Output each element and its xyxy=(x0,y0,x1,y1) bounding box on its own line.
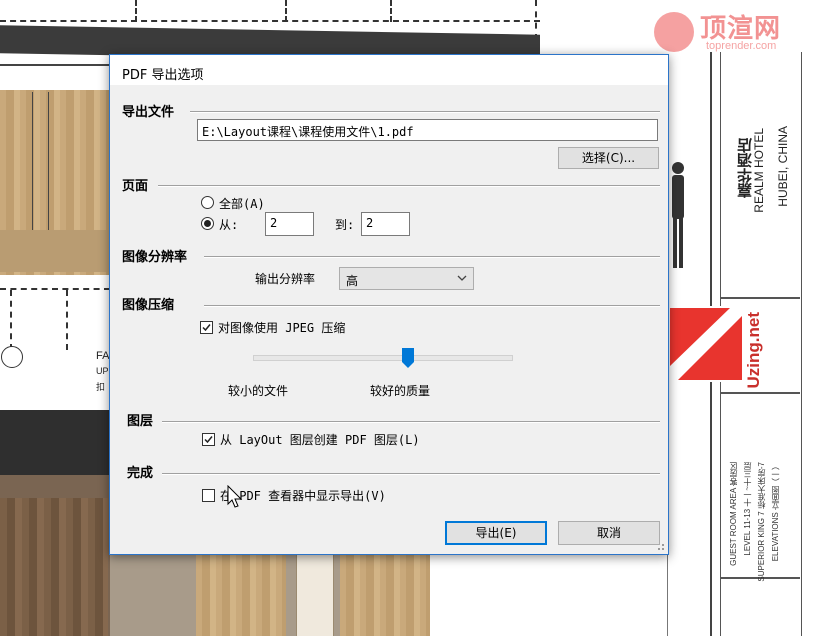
page-from-input[interactable]: 2 xyxy=(265,212,314,236)
section-export-file: 导出文件 xyxy=(122,101,179,120)
watermark-logo-icon xyxy=(654,12,694,52)
pages-to-label: 到: xyxy=(335,218,355,232)
watermark-url: toprender.com xyxy=(706,40,777,52)
logo-text: Uzing.net xyxy=(744,312,763,389)
choose-file-button[interactable]: 选择(C)... xyxy=(558,147,659,169)
pages-all-label: 全部(A) xyxy=(219,197,265,211)
dimension-line xyxy=(0,20,540,22)
fa-label: FA xyxy=(96,350,110,362)
wardrobe-panel xyxy=(340,553,430,636)
jpeg-compression-label: 对图像使用 JPEG 压缩 xyxy=(218,321,346,335)
checkmark-icon xyxy=(204,436,213,444)
quality-slider-thumb[interactable] xyxy=(401,348,414,368)
resolution-value: 高 xyxy=(346,274,359,288)
dialog-title: PDF 导出选项 xyxy=(122,68,204,83)
title-block-divider xyxy=(720,392,800,394)
door-panel xyxy=(296,553,334,636)
section-compression: 图像压缩 xyxy=(122,294,179,313)
chevron-down-icon xyxy=(457,275,467,281)
room-info-line: ELEVATIONS 立面图（一） xyxy=(771,462,780,562)
fa-sub-label-2: 扣 xyxy=(96,382,106,392)
section-rule xyxy=(204,256,660,258)
export-button[interactable]: 导出(E) xyxy=(445,521,547,545)
floor-line xyxy=(0,64,120,66)
section-rule xyxy=(162,473,660,475)
room-info-line: LEVEL 11-13 十一~十三层 xyxy=(743,462,752,556)
section-marker xyxy=(1,346,23,368)
create-layers-label: 从 LayOut 图层创建 PDF 图层(L) xyxy=(220,433,420,447)
quality-slider-track[interactable] xyxy=(253,355,513,361)
jpeg-compression-checkbox[interactable] xyxy=(200,321,213,334)
smaller-file-label: 较小的文件 xyxy=(228,384,289,398)
watermark: 顶渲网 toprender.com xyxy=(650,6,820,56)
section-rule xyxy=(162,421,660,423)
section-rule xyxy=(204,305,660,307)
create-layers-checkbox[interactable] xyxy=(202,433,215,446)
checkmark-icon xyxy=(202,324,211,332)
better-quality-label: 较好的质量 xyxy=(370,384,431,398)
cabinet xyxy=(0,230,110,272)
cancel-button[interactable]: 取消 xyxy=(558,521,660,545)
dimension-line xyxy=(66,290,68,350)
pdf-export-dialog: PDF 导出选项 导出文件 E:\Layout课程\课程使用文件\1.pdf 选… xyxy=(109,54,669,555)
wardrobe-panel xyxy=(196,553,286,636)
room-info-line: SUPERIOR KING 7 标准大床房-7 xyxy=(757,462,766,582)
show-in-viewer-checkbox[interactable] xyxy=(202,489,215,502)
resolution-select[interactable]: 高 xyxy=(339,267,474,290)
dimension-line xyxy=(390,0,392,22)
section-resolution: 图像分辨率 xyxy=(122,246,192,265)
room-info-line: GUEST ROOM AREA 客房区 xyxy=(729,462,738,566)
resize-grip-icon[interactable] xyxy=(655,541,665,551)
dimension-line xyxy=(10,290,12,350)
file-path-field[interactable]: E:\Layout课程\课程使用文件\1.pdf xyxy=(197,119,658,141)
section-rule xyxy=(158,185,660,187)
section-rule xyxy=(190,111,660,113)
logo-mark-icon xyxy=(670,308,742,380)
pages-from-label: 从: xyxy=(219,218,239,232)
dialog-title-bar[interactable]: PDF 导出选项 xyxy=(110,55,668,85)
fa-sub-label: UP xyxy=(96,366,109,376)
section-pages: 页面 xyxy=(122,175,153,194)
resolution-label: 输出分辨率 xyxy=(255,272,316,286)
pages-all-radio[interactable] xyxy=(201,196,214,209)
mouse-cursor-icon xyxy=(227,485,243,508)
company-logo xyxy=(668,306,748,382)
dimension-line xyxy=(0,288,110,290)
title-block-divider xyxy=(720,297,800,299)
section-layers: 图层 xyxy=(127,410,158,429)
show-in-viewer-label: 在 PDF 查看器中显示导出(V) xyxy=(220,489,386,503)
person-silhouette-icon xyxy=(672,162,684,268)
hotel-name-en: REALM HOTEL xyxy=(752,128,766,213)
dimension-line xyxy=(285,0,287,22)
page-to-input[interactable]: 2 xyxy=(361,212,410,236)
section-finish: 完成 xyxy=(127,462,158,481)
wood-door-panel xyxy=(0,498,108,636)
pages-from-radio[interactable] xyxy=(201,217,214,230)
dimension-line xyxy=(135,0,137,22)
hotel-location: HUBEI, CHINA xyxy=(776,126,790,207)
